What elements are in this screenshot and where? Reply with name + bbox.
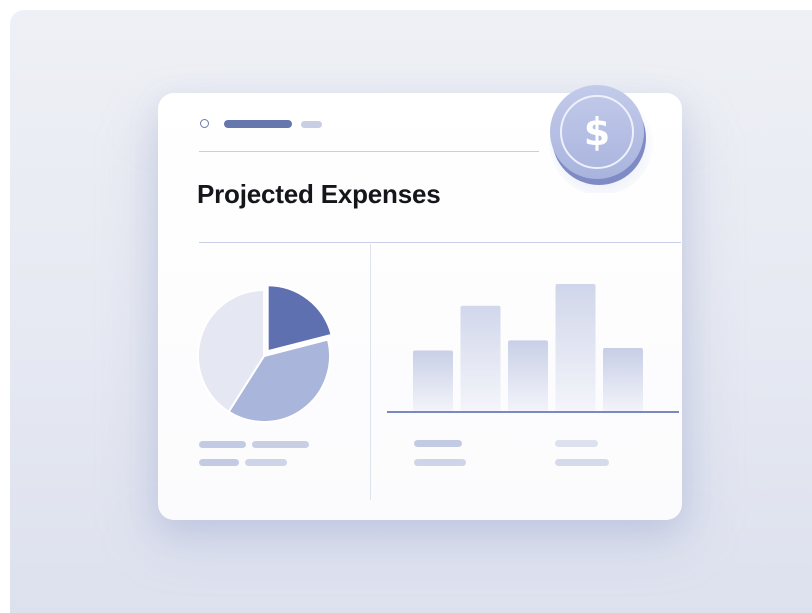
legend-placeholder-line xyxy=(245,459,287,466)
bar-2 xyxy=(460,305,501,412)
legend-placeholder-line xyxy=(252,441,309,448)
bar-chart xyxy=(413,284,643,412)
legend-placeholder-line xyxy=(199,459,239,466)
header-placeholder-bar xyxy=(224,120,292,128)
bar-4 xyxy=(555,284,596,412)
bar-3 xyxy=(508,340,548,412)
legend-placeholder-line xyxy=(555,440,598,447)
legend-placeholder-line xyxy=(414,440,462,447)
bar-1 xyxy=(413,350,453,412)
legend-placeholder-line xyxy=(555,459,609,466)
card-title: Projected Expenses xyxy=(197,179,441,209)
bar-5 xyxy=(603,348,643,412)
column-divider xyxy=(370,244,371,500)
illustration-scene: Projected Expenses $ xyxy=(0,0,812,613)
window-dot-icon xyxy=(200,119,209,128)
header-placeholder-bar-small xyxy=(301,121,322,128)
dollar-coin-icon: $ xyxy=(549,85,653,193)
bar-chart-baseline xyxy=(387,411,679,413)
header-divider xyxy=(199,151,539,152)
section-divider xyxy=(199,242,681,243)
pie-chart xyxy=(197,284,333,423)
legend-placeholder-line xyxy=(414,459,466,466)
coin-symbol: $ xyxy=(584,110,610,154)
legend-placeholder-line xyxy=(199,441,246,448)
